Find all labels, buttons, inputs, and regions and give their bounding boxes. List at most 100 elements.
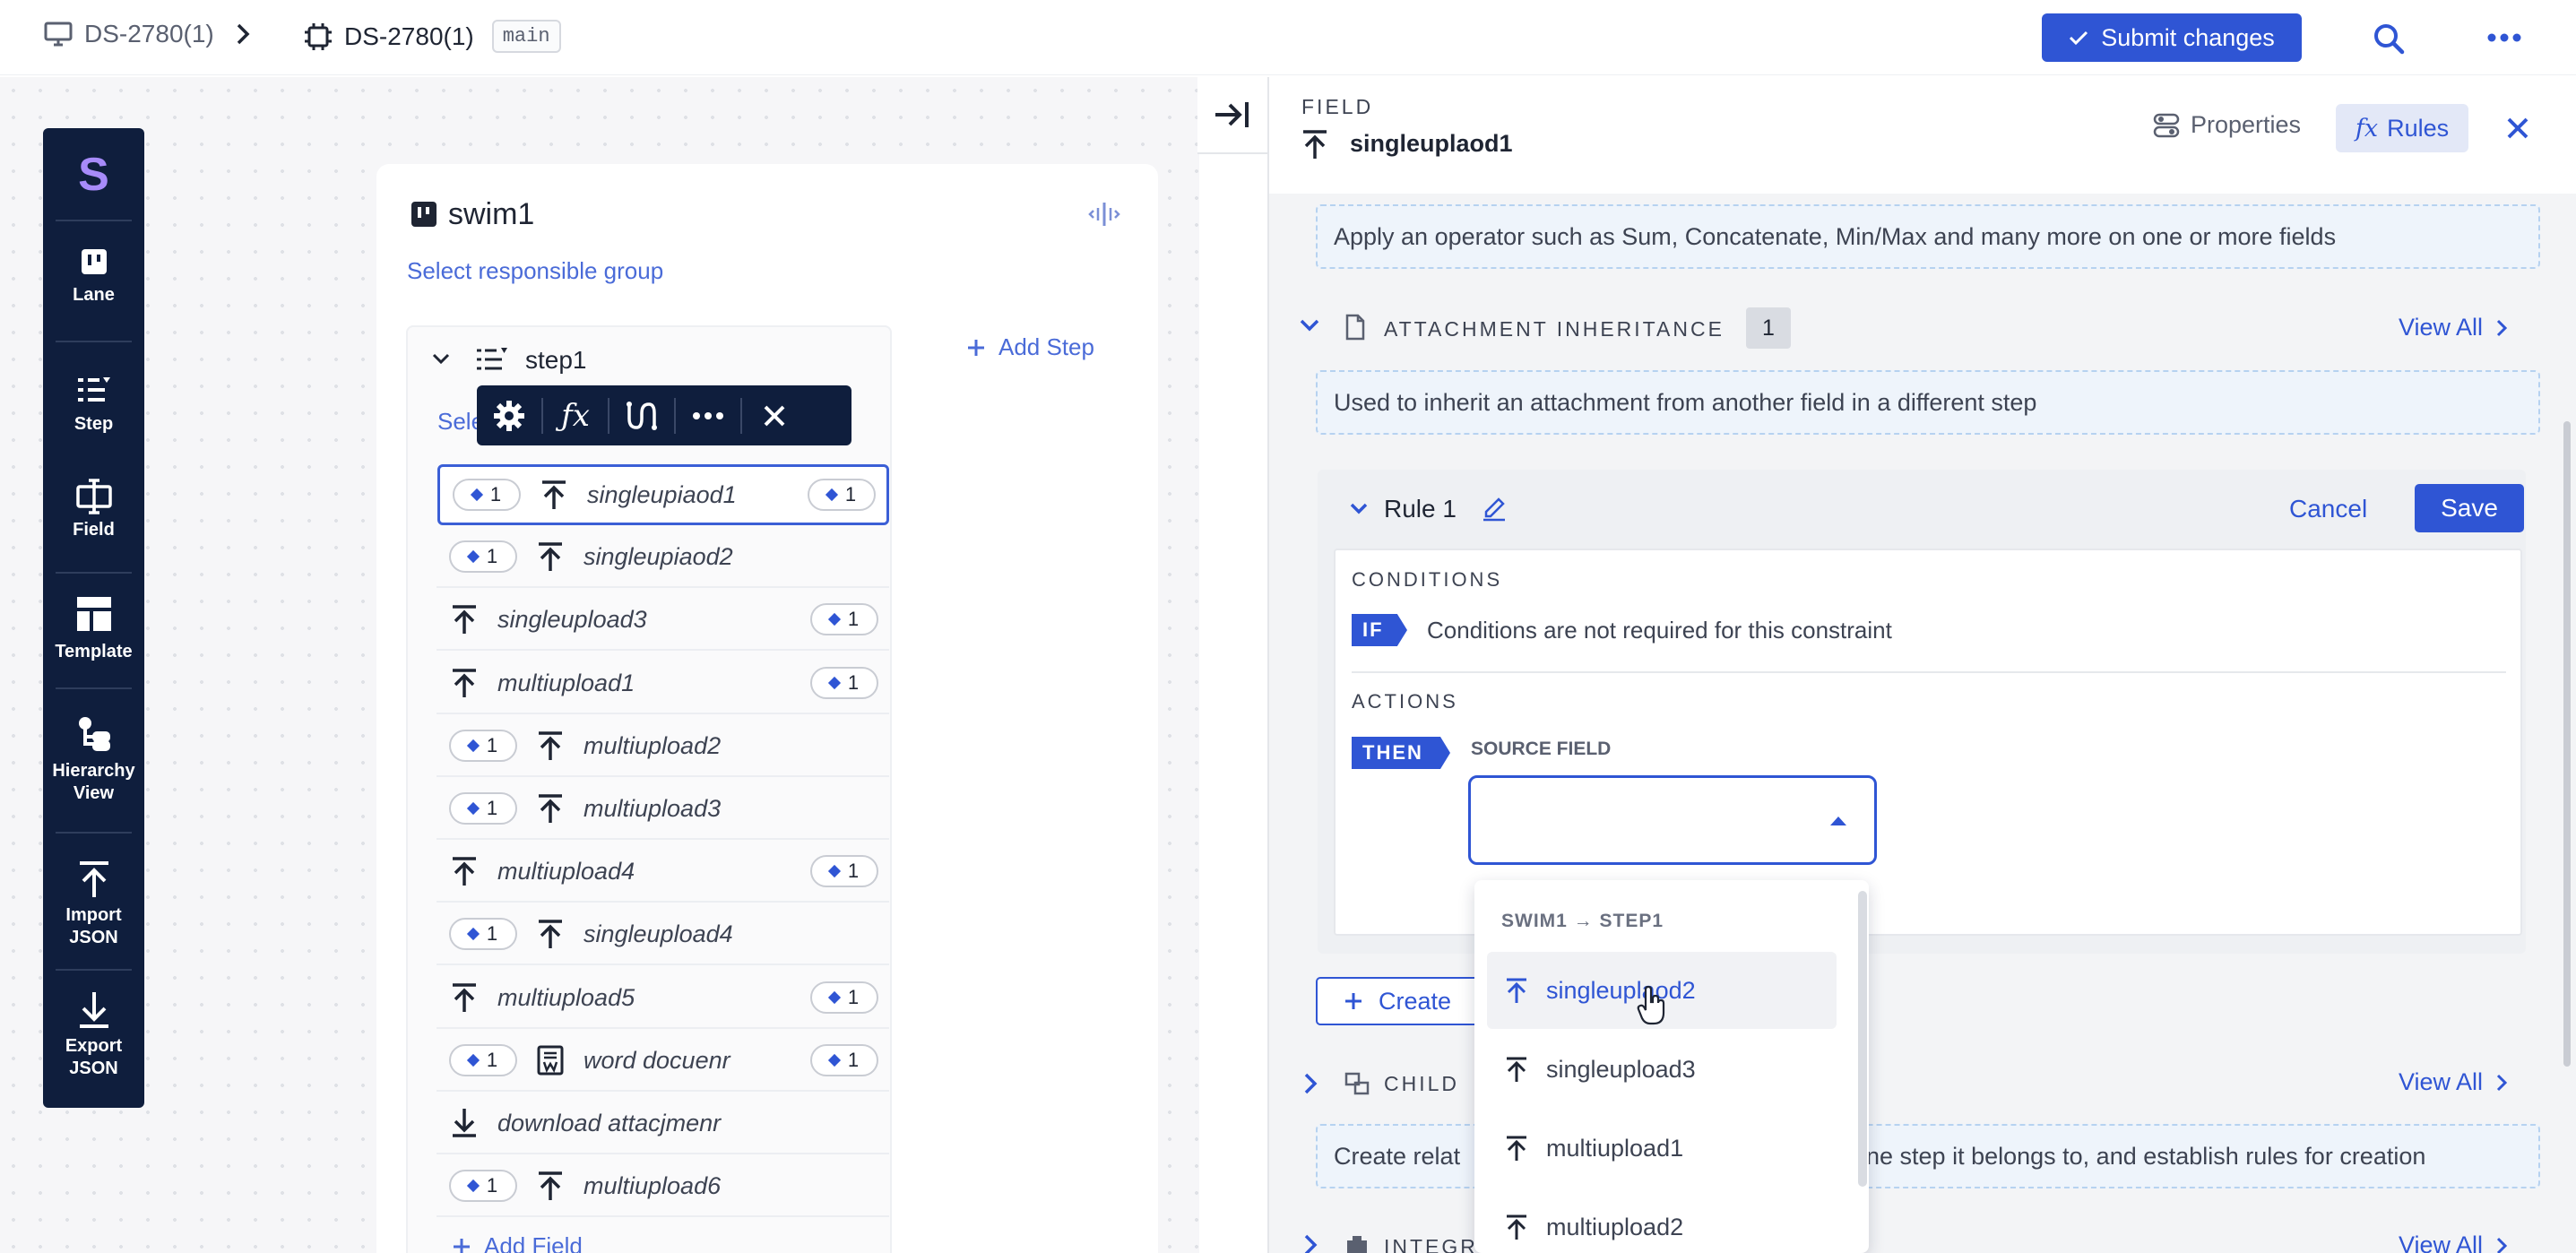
tool-hierarchy-view[interactable]: Hierarchy View: [43, 715, 144, 805]
submit-changes-button[interactable]: Submit changes: [2042, 13, 2302, 62]
panel-kicker: FIELD: [1301, 95, 1374, 118]
field-name: word docuenr: [583, 1046, 730, 1074]
badge-count: 1: [486, 1049, 498, 1071]
field-name: singleupload3: [497, 605, 647, 633]
field-name: multiupload1: [497, 669, 635, 696]
field-settings-button[interactable]: [477, 385, 541, 445]
rule-cancel-button[interactable]: Cancel: [2289, 495, 2367, 523]
select-responsible-group-link[interactable]: Select responsible group: [407, 257, 663, 285]
view-all-label: View All: [2399, 1231, 2484, 1253]
tool-template[interactable]: Template: [43, 594, 144, 663]
lane-title[interactable]: swim1: [448, 197, 534, 232]
field-more-button[interactable]: [676, 385, 740, 445]
integration-view-all-link[interactable]: View All: [2399, 1231, 2508, 1253]
edit-pencil-icon[interactable]: [1481, 495, 1508, 522]
field-row[interactable]: 1 multiupload2: [437, 716, 889, 777]
field-row[interactable]: 1 singleupiaod2: [437, 527, 889, 588]
app-logo: S: [78, 149, 109, 201]
field-formula-button[interactable]: ƒx: [543, 385, 608, 445]
field-row[interactable]: 1 singleupload4: [437, 904, 889, 965]
outbound-rule-count-badge[interactable]: 1: [810, 855, 878, 887]
field-row[interactable]: 1 word docuenr 1: [437, 1031, 889, 1092]
upload-icon: [451, 856, 478, 886]
field-row[interactable]: multiupload4 1: [437, 842, 889, 903]
inbound-rule-count-badge[interactable]: 1: [449, 540, 517, 573]
close-panel-icon[interactable]: [2506, 117, 2529, 140]
field-name: multiupload5: [497, 983, 635, 1011]
view-all-label: View All: [2399, 1068, 2484, 1095]
inbound-rule-count-badge[interactable]: 1: [449, 792, 517, 825]
tool-step[interactable]: Step: [43, 376, 144, 436]
search-icon[interactable]: [2372, 22, 2406, 56]
dropdown-option-label: multiupload1: [1546, 1134, 1684, 1162]
badge-count: 1: [489, 483, 502, 506]
field-row[interactable]: download attacjmenr: [437, 1093, 889, 1154]
field-row[interactable]: multiupload1 1: [437, 653, 889, 714]
chevron-right-icon: [2495, 1073, 2508, 1093]
field-row[interactable]: multiupload5 1: [437, 968, 889, 1029]
rule-divider: [1352, 671, 2506, 673]
tool-lane-label: Lane: [73, 285, 115, 305]
badge-count: 1: [847, 860, 860, 882]
inbound-rule-count-badge[interactable]: 1: [449, 730, 517, 762]
upload-icon: [1505, 977, 1528, 1004]
dropdown-option[interactable]: multiupload2: [1487, 1188, 1837, 1253]
dropdown-scrollbar[interactable]: [1858, 891, 1867, 1187]
breadcrumb-project[interactable]: DS-2780(1): [84, 20, 214, 48]
outbound-rule-count-badge[interactable]: 1: [810, 981, 878, 1014]
field-row[interactable]: 1 multiupload6: [437, 1156, 889, 1217]
field-row[interactable]: 1 multiupload3: [437, 779, 889, 840]
section-expand-chevron-icon[interactable]: [1298, 317, 1321, 333]
dropdown-option[interactable]: singleupload3: [1487, 1031, 1837, 1108]
upload-icon: [1505, 1056, 1528, 1083]
tab-properties[interactable]: Properties: [2153, 111, 2301, 139]
step-collapse-chevron-icon[interactable]: [430, 351, 452, 366]
outbound-rule-count-badge[interactable]: 1: [810, 1044, 878, 1076]
breadcrumb-process[interactable]: DS-2780(1): [344, 22, 474, 51]
tool-import-json[interactable]: Import JSON: [43, 860, 144, 949]
dropdown-option[interactable]: multiupload1: [1487, 1110, 1837, 1187]
outbound-rule-count-badge[interactable]: 1: [808, 479, 876, 511]
toggles-icon: [2153, 113, 2180, 138]
tool-lane[interactable]: Lane: [43, 246, 144, 307]
step-title[interactable]: step1: [525, 346, 587, 375]
add-field-button[interactable]: Add Field: [452, 1232, 583, 1253]
inbound-rule-count-badge[interactable]: 1: [449, 1170, 517, 1202]
outbound-rule-count-badge[interactable]: 1: [810, 667, 878, 699]
field-row[interactable]: singleupload3 1: [437, 590, 889, 651]
section-collapsed-chevron-icon[interactable]: [1303, 1072, 1318, 1095]
child-hint-left: Create relat: [1334, 1142, 1461, 1170]
field-close-button[interactable]: [742, 385, 807, 445]
field-flow-button[interactable]: [609, 385, 674, 445]
rule-collapse-chevron-icon[interactable]: [1348, 502, 1370, 516]
outbound-rule-count-badge[interactable]: 1: [810, 603, 878, 635]
create-rule-button[interactable]: Create: [1316, 977, 1486, 1025]
word-document-icon: [537, 1045, 564, 1076]
add-step-button[interactable]: Add Step: [966, 333, 1094, 361]
child-view-all-link[interactable]: View All: [2399, 1068, 2508, 1096]
inbound-rule-count-badge[interactable]: 1: [453, 479, 521, 511]
section-collapsed-chevron-icon[interactable]: [1303, 1233, 1318, 1253]
dropdown-option-label: singleupload3: [1546, 1055, 1696, 1083]
panel-scrollbar[interactable]: [2563, 421, 2571, 1067]
dropdown-group-label: SWIM1 → STEP1: [1501, 911, 1664, 931]
field-row[interactable]: 1 singleupiaod1 1: [437, 464, 889, 525]
tool-export-json[interactable]: Export JSON: [43, 990, 144, 1080]
lane-resize-icon[interactable]: [1086, 201, 1122, 228]
more-options-icon[interactable]: [2486, 32, 2522, 43]
attachment-view-all-link[interactable]: View All: [2399, 314, 2508, 341]
inbound-rule-count-badge[interactable]: 1: [449, 1044, 517, 1076]
source-field-select[interactable]: [1468, 775, 1877, 865]
collapse-panel-button[interactable]: [1197, 77, 1267, 154]
field-name: multiupload2: [583, 731, 722, 759]
upload-icon: [537, 793, 564, 824]
upload-icon: [451, 604, 478, 635]
tool-field[interactable]: Field: [43, 478, 144, 541]
child-items-icon: [1344, 1072, 1370, 1095]
upload-icon: [451, 668, 478, 698]
tab-rules[interactable]: fx Rules: [2336, 104, 2468, 152]
then-tag: THEN: [1352, 737, 1450, 769]
rule-save-button[interactable]: Save: [2415, 484, 2524, 532]
field-action-toolbar: ƒx: [477, 385, 851, 445]
inbound-rule-count-badge[interactable]: 1: [449, 918, 517, 950]
